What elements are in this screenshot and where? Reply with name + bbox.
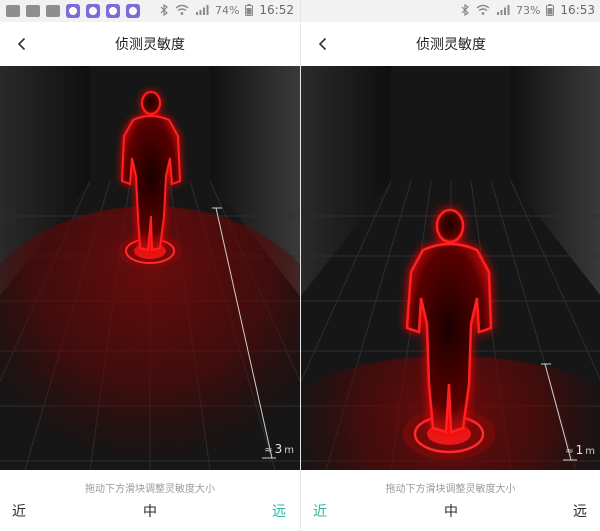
bluetooth-icon (461, 4, 469, 16)
slider-hint: 拖动下方滑块调整灵敏度大小 (385, 484, 516, 495)
keyboard-icon (46, 5, 60, 17)
position-target (118, 234, 182, 268)
approx-symbol: ≈ (565, 446, 574, 457)
nav-bar: 侦测灵敏度 (301, 22, 600, 66)
clock: 16:52 (259, 3, 294, 17)
level-far-option[interactable]: 远 (272, 501, 286, 521)
status-bar: 73% 16:53 (301, 0, 600, 22)
clock: 16:53 (560, 3, 595, 17)
system-icons: 73% 16:53 (460, 3, 595, 17)
signal-icon (496, 5, 510, 15)
level-near-option[interactable]: 近 (313, 501, 327, 521)
notification-app-icon (106, 4, 120, 18)
notification-app-icon (66, 4, 80, 18)
detection-range-illustration: ≈ 1 m (301, 66, 600, 470)
battery-icon (546, 4, 555, 16)
app-icon (6, 5, 20, 17)
distance-label: ≈ 1 m (565, 443, 595, 457)
corridor-scene (301, 66, 600, 470)
wifi-icon (175, 4, 189, 15)
distance-value: 3 (274, 442, 283, 456)
level-far-option[interactable]: 远 (573, 501, 587, 521)
distance-unit: m (284, 445, 294, 456)
battery-percent: 73% (515, 3, 541, 17)
system-icons: 74% 16:52 (159, 3, 294, 17)
slider-hint: 拖动下方滑块调整灵敏度大小 (85, 484, 215, 495)
page-title: 侦测灵敏度 (416, 37, 486, 53)
image-icon (26, 5, 40, 17)
status-bar: 74% 16:52 (0, 0, 300, 22)
battery-percent: 74% (214, 3, 240, 17)
level-medium-option[interactable]: 中 (143, 501, 157, 521)
distance-unit: m (585, 446, 595, 457)
battery-icon (245, 4, 254, 16)
level-near-option[interactable]: 近 (12, 501, 26, 521)
sensitivity-selector: 近 中 远 (301, 501, 600, 523)
bluetooth-icon (160, 4, 168, 16)
position-target (403, 408, 495, 460)
screen-far: 74% 16:52 侦测灵敏度 ≈ 3 m 拖动下方滑块调整灵敏度大小 近 中 … (0, 0, 300, 531)
level-medium-option[interactable]: 中 (444, 501, 458, 521)
wifi-icon (476, 4, 490, 15)
notification-app-icon (126, 4, 140, 18)
screen-near: 73% 16:53 侦测灵敏度 ≈ 1 m 拖动下方滑块调整灵敏度大小 近 中 … (300, 0, 600, 531)
detection-range-illustration: ≈ 3 m (0, 66, 300, 470)
notification-icons (6, 4, 140, 18)
distance-label: ≈ 3 m (264, 442, 294, 456)
app-root: 74% 16:52 侦测灵敏度 ≈ 3 m 拖动下方滑块调整灵敏度大小 近 中 … (0, 0, 600, 531)
nav-bar: 侦测灵敏度 (0, 22, 300, 66)
notification-app-icon (86, 4, 100, 18)
corridor-scene (0, 66, 300, 470)
distance-value: 1 (575, 443, 584, 457)
approx-symbol: ≈ (264, 445, 273, 456)
sensitivity-selector: 近 中 远 (0, 501, 300, 523)
page-title: 侦测灵敏度 (115, 37, 185, 53)
signal-icon (195, 5, 209, 15)
